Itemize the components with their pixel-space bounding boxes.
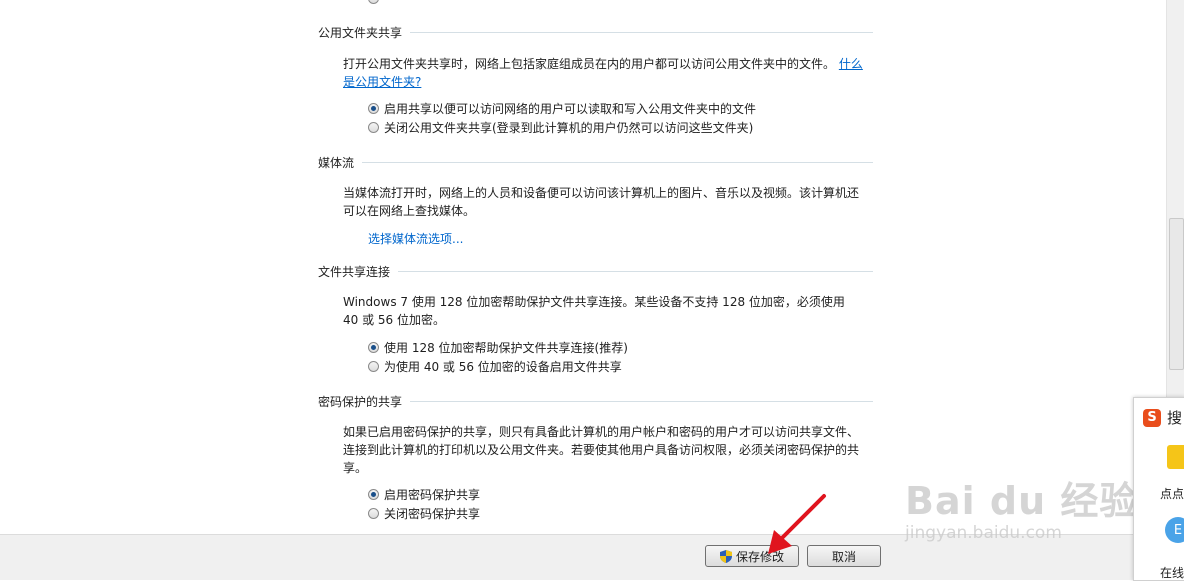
cancel-button-label: 取消 bbox=[831, 549, 856, 564]
radio-row-cutoff[interactable] bbox=[368, 0, 384, 7]
section-description: 打开公用文件夹共享时，网络上包括家庭组成员在内的用户都可以访问公用文件夹中的文件… bbox=[343, 55, 863, 91]
section-title: 媒体流 bbox=[318, 155, 355, 170]
radio-button-selected[interactable] bbox=[368, 341, 379, 353]
section-header-public-folder: 公用文件夹共享 bbox=[318, 24, 873, 40]
radio-option-enable-password[interactable]: 启用密码保护共享 bbox=[368, 485, 480, 503]
divider bbox=[410, 31, 873, 33]
sogou-side-panel[interactable]: S 搜 点点 E 在线 bbox=[1133, 397, 1184, 581]
section-description: 如果已启用密码保护的共享，则只有具备此计算机的用户帐户和密码的用户才可以访问共享… bbox=[343, 425, 860, 475]
section-header-password: 密码保护的共享 bbox=[318, 393, 873, 409]
radio-label: 启用密码保护共享 bbox=[384, 487, 481, 502]
section-description: 当媒体流打开时，网络上的人员和设备便可以访问该计算机上的图片、音乐以及视频。该计… bbox=[343, 186, 860, 218]
divider bbox=[362, 161, 873, 163]
radio-button-selected[interactable] bbox=[368, 102, 379, 114]
annotation-arrow-icon bbox=[768, 494, 826, 554]
divider bbox=[410, 400, 873, 402]
section-header-file-sharing: 文件共享连接 bbox=[318, 263, 873, 279]
section-header-media: 媒体流 bbox=[318, 154, 873, 170]
radio-label: 关闭公用文件夹共享(登录到此计算机的用户仍然可以访问这些文件夹) bbox=[384, 120, 754, 135]
sogou-logo-icon: S bbox=[1143, 408, 1161, 427]
sogou-search-label: 搜 bbox=[1167, 409, 1183, 427]
radio-button[interactable] bbox=[368, 507, 379, 519]
section-description: Windows 7 使用 128 位加密帮助保护文件共享连接。某些设备不支持 1… bbox=[343, 295, 845, 327]
media-streaming-options-link[interactable]: 选择媒体流选项... bbox=[368, 230, 463, 247]
side-panel-item-2[interactable]: 在线 bbox=[1160, 564, 1184, 581]
section-title: 公用文件夹共享 bbox=[318, 25, 403, 40]
section-title: 密码保护的共享 bbox=[318, 394, 403, 409]
description-text: 打开公用文件夹共享时，网络上包括家庭组成员在内的用户都可以访问公用文件夹中的文件… bbox=[343, 57, 836, 71]
radio-button-selected[interactable] bbox=[368, 488, 379, 500]
radio-option-disable-password[interactable]: 关闭密码保护共享 bbox=[368, 504, 480, 522]
radio-label: 启用共享以便可以访问网络的用户可以读取和写入公用文件夹中的文件 bbox=[384, 101, 757, 116]
app-folder-icon[interactable] bbox=[1167, 445, 1184, 469]
watermark-url: jingyan.baidu.com bbox=[905, 523, 1062, 543]
radio-option-disable-public-sharing[interactable]: 关闭公用文件夹共享(登录到此计算机的用户仍然可以访问这些文件夹) bbox=[368, 118, 753, 136]
divider bbox=[398, 270, 873, 272]
radio-label: 关闭密码保护共享 bbox=[384, 506, 481, 521]
settings-content: 公用文件夹共享 打开公用文件夹共享时，网络上包括家庭组成员在内的用户都可以访问公… bbox=[0, 0, 1166, 534]
radio-option-40-56bit[interactable]: 为使用 40 或 56 位加密的设备启用文件共享 bbox=[368, 357, 622, 375]
radio-option-128bit[interactable]: 使用 128 位加密帮助保护文件共享连接(推荐) bbox=[368, 338, 628, 356]
radio-button[interactable] bbox=[368, 0, 379, 4]
radio-label: 为使用 40 或 56 位加密的设备启用文件共享 bbox=[384, 359, 622, 374]
uac-shield-icon bbox=[719, 549, 732, 563]
radio-button[interactable] bbox=[368, 121, 379, 133]
radio-button[interactable] bbox=[368, 360, 379, 372]
section-title: 文件共享连接 bbox=[318, 264, 391, 279]
side-panel-item-1[interactable]: 点点 bbox=[1160, 485, 1184, 502]
watermark-logo: Bai du 经验 bbox=[905, 479, 1139, 523]
radio-option-enable-public-sharing[interactable]: 启用共享以便可以访问网络的用户可以读取和写入公用文件夹中的文件 bbox=[368, 99, 756, 117]
scrollbar-thumb[interactable] bbox=[1169, 218, 1184, 370]
edu-app-icon[interactable]: E bbox=[1165, 517, 1184, 543]
baidu-watermark: Bai du 经验 jingyan.baidu.com bbox=[905, 470, 1138, 543]
sogou-search-row[interactable]: S 搜 bbox=[1143, 407, 1182, 428]
radio-label: 使用 128 位加密帮助保护文件共享连接(推荐) bbox=[384, 340, 628, 355]
